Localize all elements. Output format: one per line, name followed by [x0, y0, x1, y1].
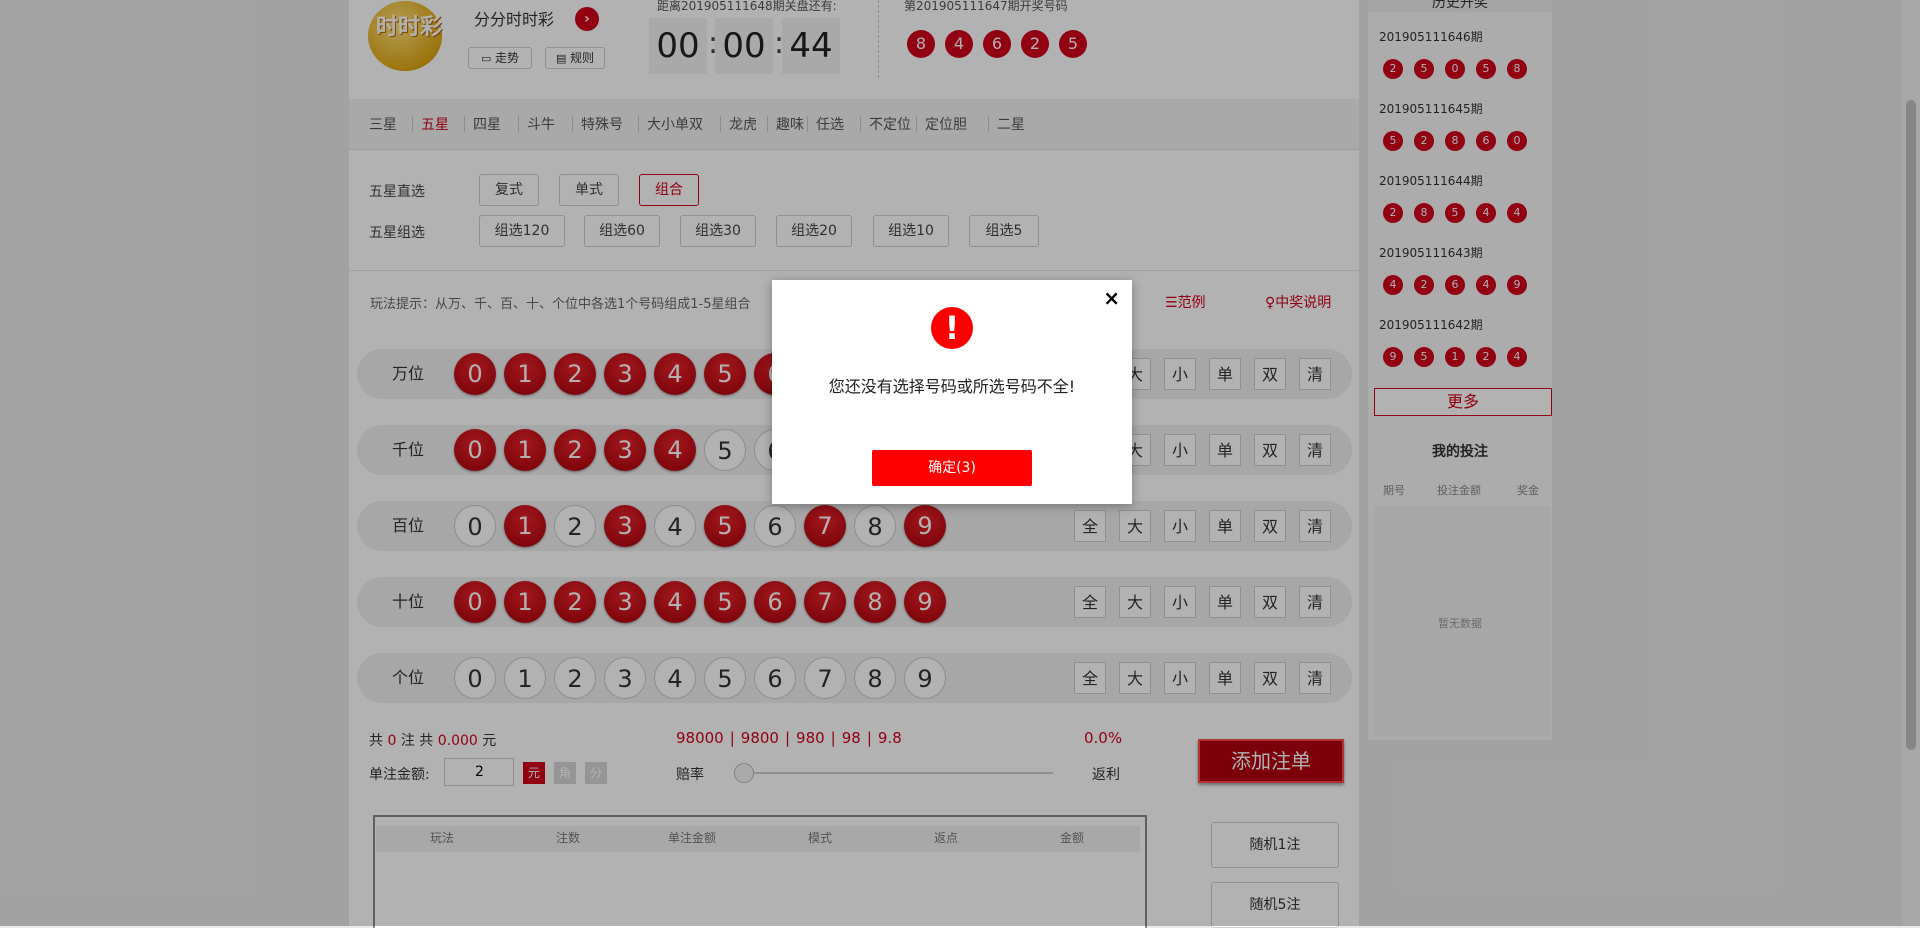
- alert-dialog: × ! 您还没有选择号码或所选号码不全! 确定(3): [772, 280, 1132, 504]
- alert-message: 您还没有选择号码或所选号码不全!: [828, 377, 1076, 396]
- confirm-button[interactable]: 确定(3): [872, 450, 1032, 486]
- warning-icon: !: [931, 307, 973, 349]
- close-icon[interactable]: ×: [1103, 286, 1120, 310]
